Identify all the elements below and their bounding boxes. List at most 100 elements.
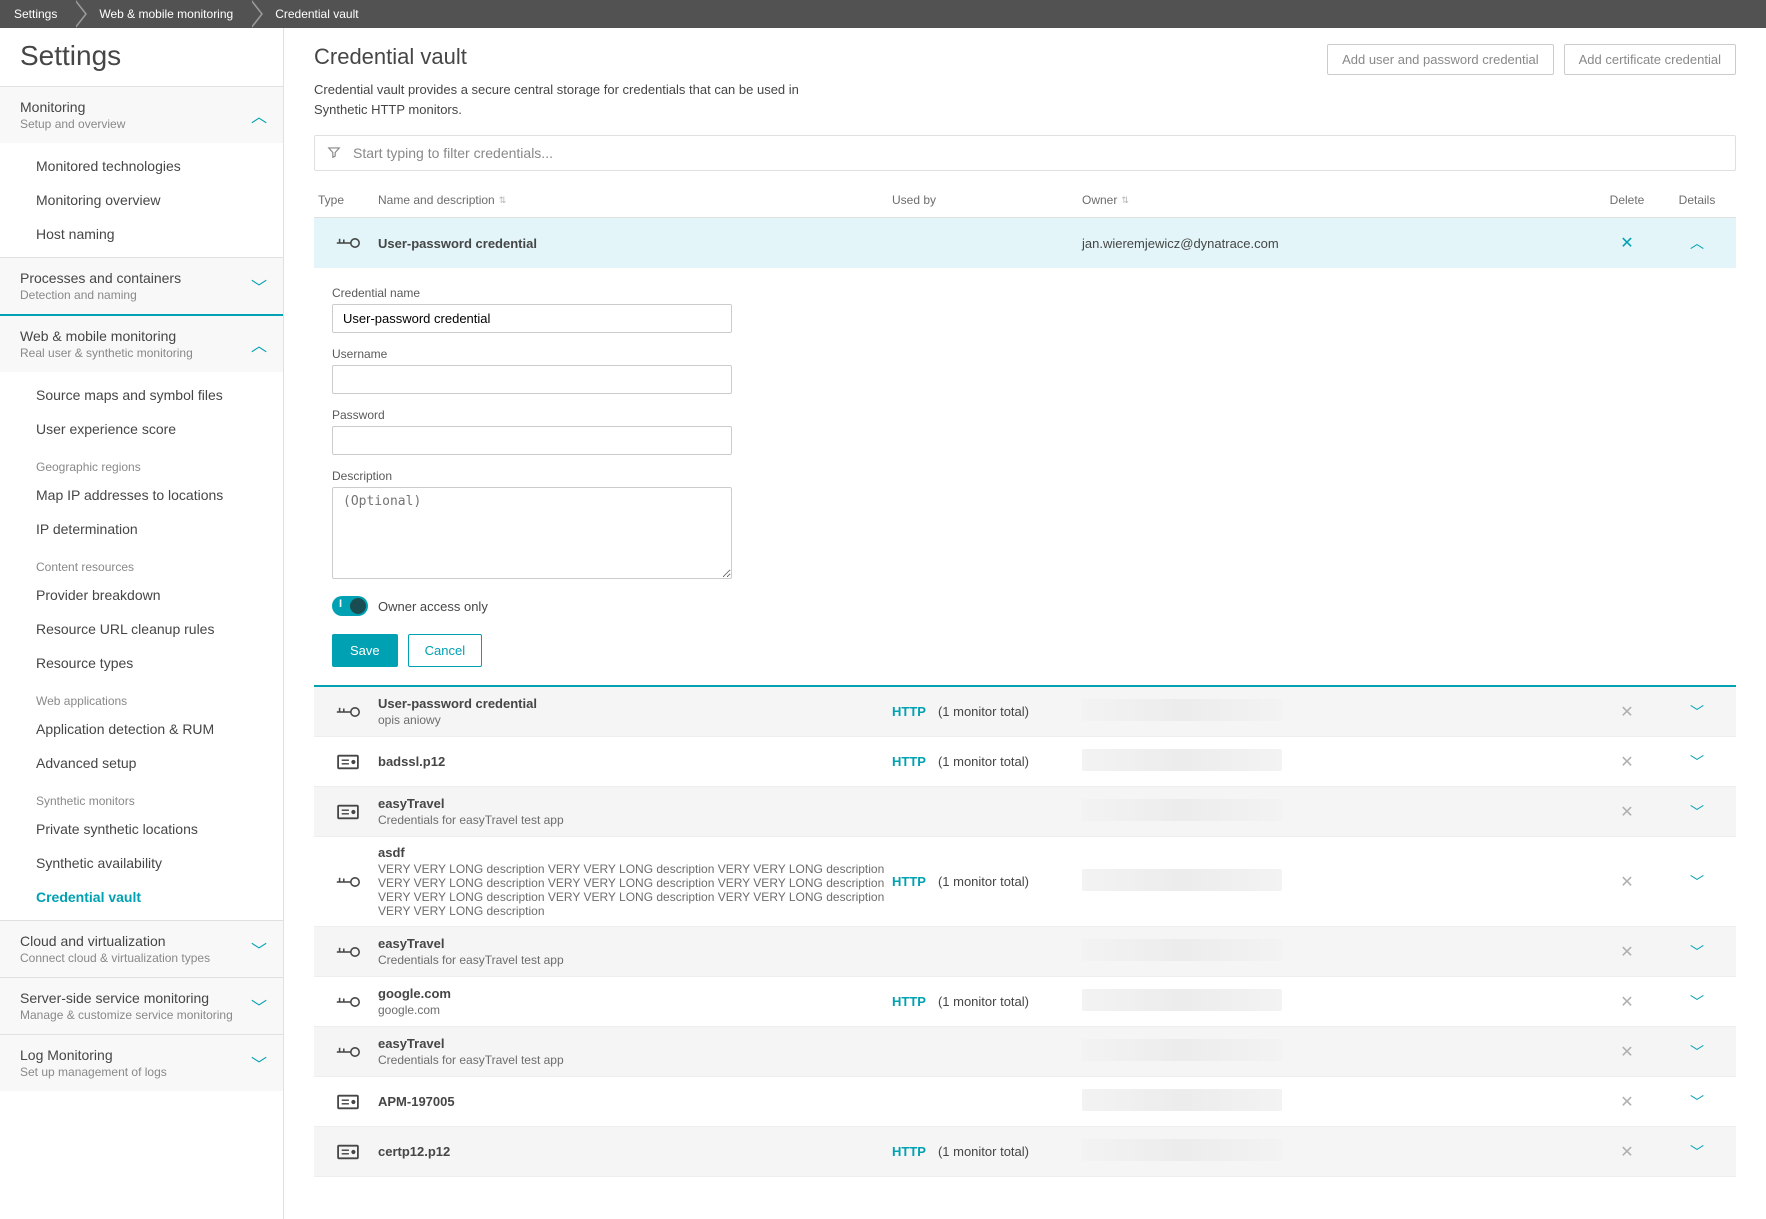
row-description: Credentials for easyTravel test app [378, 1053, 892, 1067]
row-name: certp12.p12 [378, 1144, 892, 1159]
expand-button[interactable]: ﹀ [1662, 992, 1732, 1012]
sidebar-item[interactable]: Resource URL cleanup rules [0, 612, 283, 646]
breadcrumb-item[interactable]: Web & mobile monitoring [75, 0, 251, 28]
username-input[interactable] [332, 365, 732, 394]
sidebar-section-monitoring[interactable]: MonitoringSetup and overview ︿ [0, 87, 283, 143]
cancel-button[interactable]: Cancel [408, 634, 482, 667]
owner-access-toggle[interactable]: I [332, 596, 368, 616]
sidebar-section-processes-and-containers[interactable]: Processes and containersDetection and na… [0, 258, 283, 314]
close-icon: ✕ [1620, 1042, 1633, 1062]
sidebar-item[interactable]: Synthetic availability [0, 846, 283, 880]
expand-button[interactable]: ﹀ [1662, 942, 1732, 962]
sidebar-item[interactable]: Resource types [0, 646, 283, 680]
chevron-down-icon: ﹀ [1690, 752, 1704, 772]
usedby-link[interactable]: HTTP [892, 994, 926, 1009]
sidebar-item[interactable]: IP determination [0, 512, 283, 546]
breadcrumb-item[interactable]: Settings [0, 0, 75, 28]
sidebar-group-header: Synthetic monitors [0, 780, 283, 812]
usedby-count: (1 monitor total) [938, 994, 1029, 1009]
row-owner [1082, 699, 1592, 724]
expand-button[interactable]: ﹀ [1662, 872, 1732, 892]
sidebar-item[interactable]: Source maps and symbol files [0, 378, 283, 412]
collapse-button[interactable]: ︿ [1662, 233, 1732, 253]
delete-button[interactable]: ✕ [1592, 1142, 1662, 1162]
sidebar-section-server-side-service-monitoring[interactable]: Server-side service monitoringManage & c… [0, 978, 283, 1034]
delete-button[interactable]: ✕ [1592, 942, 1662, 962]
table-header: Type Name and description⇅ Used by Owner… [314, 183, 1736, 218]
sidebar-item[interactable]: Host naming [0, 217, 283, 251]
delete-button[interactable]: ✕ [1592, 992, 1662, 1012]
breadcrumb-item[interactable]: Credential vault [251, 0, 376, 28]
filter-box[interactable] [314, 135, 1736, 171]
row-description: VERY VERY LONG description VERY VERY LON… [378, 862, 892, 918]
row-owner [1082, 799, 1592, 824]
close-icon: ✕ [1620, 1142, 1633, 1162]
row-name: easyTravel [378, 936, 892, 951]
row-description: google.com [378, 1003, 892, 1017]
sidebar-item[interactable]: Monitoring overview [0, 183, 283, 217]
sidebar-item[interactable]: Map IP addresses to locations [0, 478, 283, 512]
expand-button[interactable]: ﹀ [1662, 1042, 1732, 1062]
delete-button[interactable]: ✕ [1592, 1042, 1662, 1062]
usedby-link[interactable]: HTTP [892, 1144, 926, 1159]
row-owner [1082, 869, 1592, 894]
close-icon: ✕ [1620, 942, 1633, 962]
sidebar-item[interactable]: Monitored technologies [0, 149, 283, 183]
row-name: easyTravel [378, 796, 892, 811]
usedby-count: (1 monitor total) [938, 704, 1029, 719]
table-row: google.comgoogle.comHTTP(1 monitor total… [314, 977, 1736, 1027]
sidebar-section-web-mobile-monitoring[interactable]: Web & mobile monitoringReal user & synth… [0, 316, 283, 372]
delete-button[interactable]: ✕ [1592, 1092, 1662, 1112]
sidebar-item[interactable]: Credential vault [0, 880, 283, 914]
delete-button[interactable]: ✕ [1592, 752, 1662, 772]
close-icon: ✕ [1620, 802, 1633, 822]
sidebar-item[interactable]: Application detection & RUM [0, 712, 283, 746]
certificate-icon [318, 803, 378, 821]
key-icon [318, 943, 378, 961]
filter-input[interactable] [351, 144, 1723, 162]
row-owner [1082, 989, 1592, 1014]
sidebar-group-header: Web applications [0, 680, 283, 712]
sidebar-section-cloud-and-virtualization[interactable]: Cloud and virtualizationConnect cloud & … [0, 921, 283, 977]
row-name: User-password credential [378, 236, 892, 251]
chevron-up-icon: ︿ [1690, 233, 1704, 253]
sidebar-item[interactable]: User experience score [0, 412, 283, 446]
main-content: Credential vault Credential vault provid… [284, 28, 1766, 1219]
usedby-link[interactable]: HTTP [892, 754, 926, 769]
description-label: Description [332, 469, 1728, 483]
sidebar-section-log-monitoring[interactable]: Log MonitoringSet up management of logs … [0, 1035, 283, 1091]
col-delete: Delete [1592, 193, 1662, 207]
row-usedby: HTTP(1 monitor total) [892, 754, 1082, 769]
expand-button[interactable]: ﹀ [1662, 1142, 1732, 1162]
row-owner [1082, 749, 1592, 774]
col-name[interactable]: Name and description⇅ [378, 193, 892, 207]
description-input[interactable] [332, 487, 732, 579]
chevron-down-icon: ﹀ [1690, 872, 1704, 892]
chevron-down-icon: ﹀ [251, 274, 267, 298]
key-icon [318, 703, 378, 721]
row-owner [1082, 1039, 1592, 1064]
row-owner [1082, 939, 1592, 964]
sidebar-item[interactable]: Private synthetic locations [0, 812, 283, 846]
add-certificate-button[interactable]: Add certificate credential [1564, 44, 1736, 75]
expand-button[interactable]: ﹀ [1662, 802, 1732, 822]
sidebar-item[interactable]: Provider breakdown [0, 578, 283, 612]
add-user-password-button[interactable]: Add user and password credential [1327, 44, 1554, 75]
expand-button[interactable]: ﹀ [1662, 702, 1732, 722]
key-icon [318, 234, 378, 252]
chevron-down-icon: ﹀ [1690, 1042, 1704, 1062]
password-input[interactable] [332, 426, 732, 455]
delete-button[interactable]: ✕ [1592, 233, 1662, 253]
usedby-link[interactable]: HTTP [892, 704, 926, 719]
expand-button[interactable]: ﹀ [1662, 752, 1732, 772]
sidebar-item[interactable]: Advanced setup [0, 746, 283, 780]
delete-button[interactable]: ✕ [1592, 872, 1662, 892]
expand-button[interactable]: ﹀ [1662, 1092, 1732, 1112]
delete-button[interactable]: ✕ [1592, 802, 1662, 822]
delete-button[interactable]: ✕ [1592, 702, 1662, 722]
row-usedby: HTTP(1 monitor total) [892, 1144, 1082, 1159]
col-owner[interactable]: Owner⇅ [1082, 193, 1592, 207]
save-button[interactable]: Save [332, 634, 398, 667]
credname-input[interactable] [332, 304, 732, 333]
usedby-link[interactable]: HTTP [892, 874, 926, 889]
